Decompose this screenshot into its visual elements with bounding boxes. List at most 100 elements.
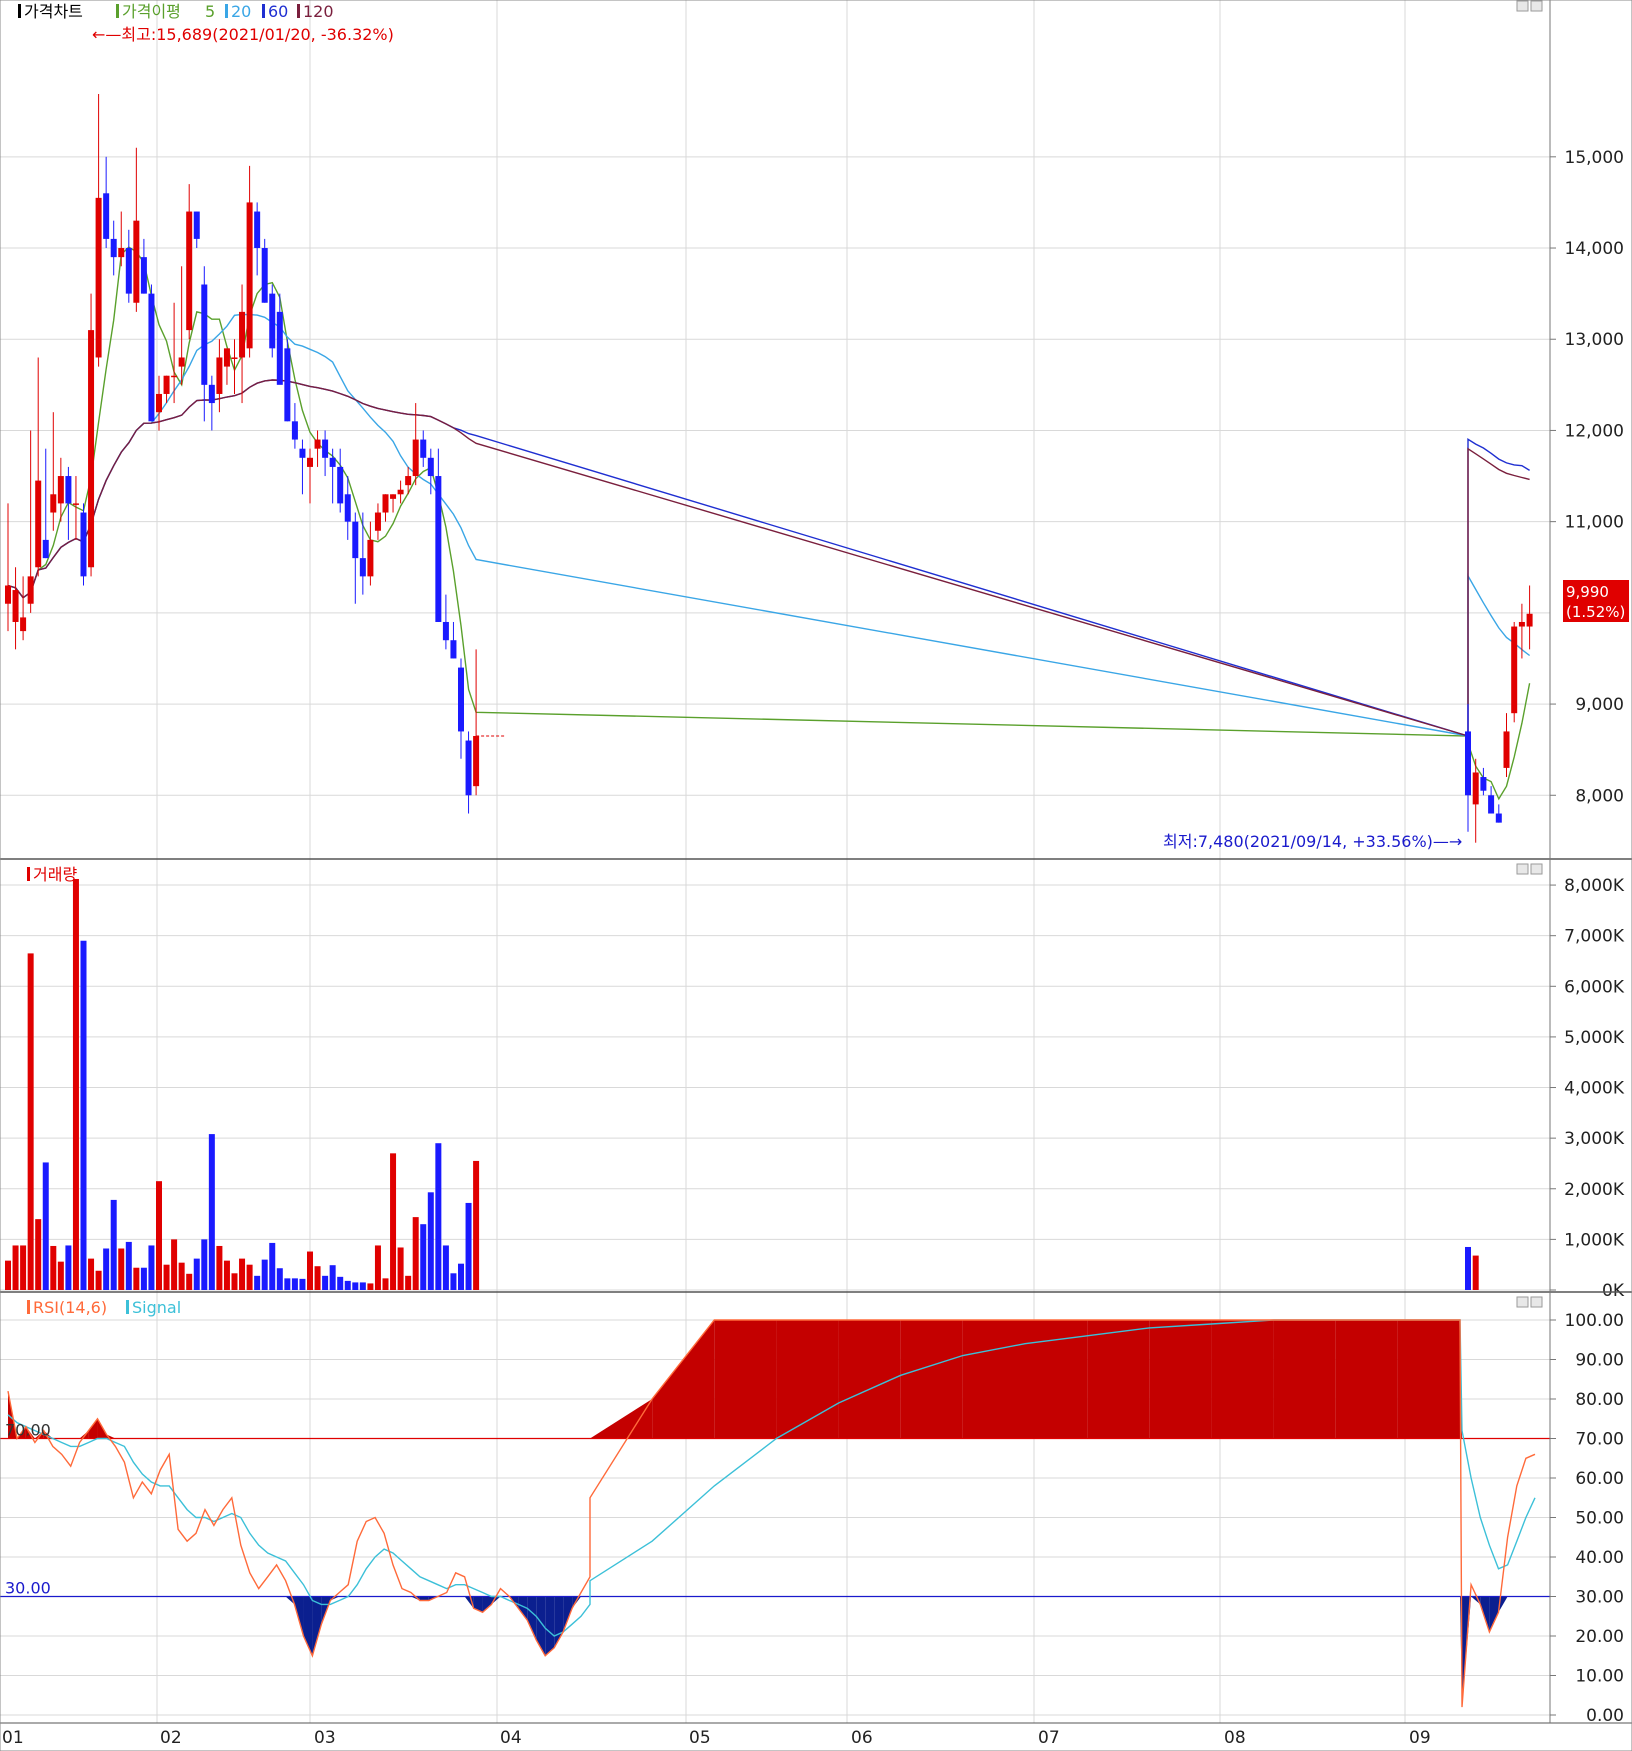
volume-bar bbox=[337, 1276, 344, 1290]
candle-body bbox=[186, 211, 193, 331]
volume-bar bbox=[178, 1262, 185, 1290]
candle-body bbox=[95, 197, 102, 358]
volume-bar bbox=[208, 1134, 215, 1290]
candle-body bbox=[307, 457, 313, 467]
minimize-button[interactable] bbox=[1516, 1296, 1529, 1308]
candle-body bbox=[12, 590, 19, 622]
volume-bar bbox=[103, 1248, 110, 1290]
candle-body bbox=[239, 311, 246, 358]
x-tick-label: 01 bbox=[2, 1728, 24, 1748]
candle-body bbox=[103, 193, 110, 239]
price-tick-label: 15,000 bbox=[1565, 148, 1624, 168]
candle-body bbox=[382, 494, 389, 513]
current-price-tag: 9,990 (1.52%) bbox=[1563, 580, 1629, 622]
volume-bar bbox=[390, 1153, 397, 1290]
close-button[interactable] bbox=[1530, 0, 1543, 12]
price-tick-label: 11,000 bbox=[1565, 513, 1624, 533]
volume-legend: 거래량 bbox=[27, 865, 77, 884]
candle-body bbox=[201, 284, 208, 385]
rsi-upper-label: 70.00 bbox=[5, 1421, 51, 1440]
volume-bar bbox=[133, 1267, 140, 1290]
volume-bar bbox=[329, 1265, 336, 1290]
candle-body bbox=[35, 480, 42, 568]
volume-bar bbox=[367, 1283, 374, 1290]
rsi-tick-label: 80.00 bbox=[1575, 1390, 1624, 1410]
price-tick-label: 9,000 bbox=[1575, 695, 1624, 715]
candle-body bbox=[269, 293, 276, 349]
candle-body bbox=[156, 393, 162, 413]
candle-body bbox=[125, 248, 132, 294]
volume-bar bbox=[110, 1199, 117, 1290]
volume-bar bbox=[50, 1245, 57, 1290]
rsi-lower-label: 30.00 bbox=[5, 1579, 51, 1598]
candle-body bbox=[329, 457, 336, 467]
candle-body bbox=[397, 489, 404, 495]
volume-bar bbox=[239, 1258, 246, 1290]
rsi-tick-label: 40.00 bbox=[1575, 1548, 1624, 1568]
volume-bar bbox=[261, 1259, 268, 1290]
volume-bar bbox=[12, 1245, 19, 1290]
current-price: 9,990 bbox=[1566, 583, 1609, 601]
legend-marker bbox=[116, 4, 119, 18]
rsi-tick-label: 30.00 bbox=[1575, 1588, 1624, 1608]
volume-bar bbox=[465, 1202, 472, 1290]
volume-bar bbox=[1465, 1246, 1471, 1290]
volume-bar bbox=[140, 1267, 147, 1290]
minimize-button[interactable] bbox=[1516, 0, 1529, 12]
overbought-fill bbox=[714, 1320, 777, 1439]
candle-body bbox=[374, 512, 381, 531]
candle-body bbox=[442, 621, 449, 641]
volume-bar bbox=[405, 1275, 412, 1290]
volume-bar bbox=[186, 1273, 193, 1290]
x-tick-label: 09 bbox=[1409, 1728, 1431, 1748]
volume-bar bbox=[171, 1239, 178, 1290]
candle-body bbox=[261, 248, 268, 303]
candle-body bbox=[208, 384, 215, 404]
overbought-fill bbox=[1087, 1320, 1150, 1439]
current-change: (1.52%) bbox=[1566, 603, 1625, 621]
volume-bar bbox=[156, 1181, 162, 1290]
rsi-tick-label: 90.00 bbox=[1575, 1351, 1624, 1371]
high-annotation: ←—최고:15,689(2021/01/20, -36.32%) bbox=[92, 25, 394, 44]
overbought-fill bbox=[1025, 1320, 1088, 1439]
oversold-fill bbox=[545, 1596, 555, 1656]
price-tick-label: 13,000 bbox=[1565, 330, 1624, 350]
volume-bar bbox=[118, 1248, 125, 1290]
legend-marker bbox=[18, 4, 21, 18]
volume-tick-label: 4,000K bbox=[1564, 1079, 1625, 1099]
close-button[interactable] bbox=[1530, 863, 1543, 875]
candle-body bbox=[276, 311, 283, 385]
price-legend-title: 가격차트 bbox=[24, 2, 83, 21]
candle-body bbox=[88, 330, 95, 568]
overbought-fill bbox=[1397, 1320, 1460, 1439]
volume-bar bbox=[352, 1282, 359, 1290]
candle-body bbox=[322, 439, 329, 458]
price-tick-label: 8,000 bbox=[1575, 786, 1624, 806]
volume-bar bbox=[420, 1224, 427, 1290]
minimize-button[interactable] bbox=[1516, 863, 1529, 875]
volume-bar bbox=[427, 1192, 434, 1290]
candle-body bbox=[223, 348, 230, 367]
candle-body bbox=[427, 457, 434, 477]
candle-body bbox=[367, 539, 374, 577]
price-tick-label: 12,000 bbox=[1565, 421, 1624, 441]
candle-body bbox=[359, 558, 366, 577]
volume-bar bbox=[382, 1278, 389, 1290]
volume-bar bbox=[88, 1258, 95, 1290]
close-button[interactable] bbox=[1530, 1296, 1543, 1308]
volume-bar bbox=[27, 953, 34, 1290]
legend-marker bbox=[27, 1300, 30, 1314]
low-annotation: 최저:7,480(2021/09/14, +33.56%)—→ bbox=[1163, 832, 1462, 851]
ma20-legend: 20 bbox=[231, 2, 251, 21]
x-tick-label: 06 bbox=[851, 1728, 873, 1748]
candle-body bbox=[1472, 772, 1479, 805]
rsi-tick-label: 20.00 bbox=[1575, 1627, 1624, 1647]
volume-bar bbox=[65, 1245, 72, 1290]
volume-bar bbox=[125, 1241, 132, 1290]
x-tick-label: 08 bbox=[1224, 1728, 1246, 1748]
volume-bar bbox=[269, 1242, 276, 1290]
volume-bar bbox=[442, 1245, 449, 1290]
x-tick-label: 03 bbox=[314, 1728, 336, 1748]
x-tick-label: 04 bbox=[500, 1728, 522, 1748]
candle-body bbox=[337, 466, 344, 504]
